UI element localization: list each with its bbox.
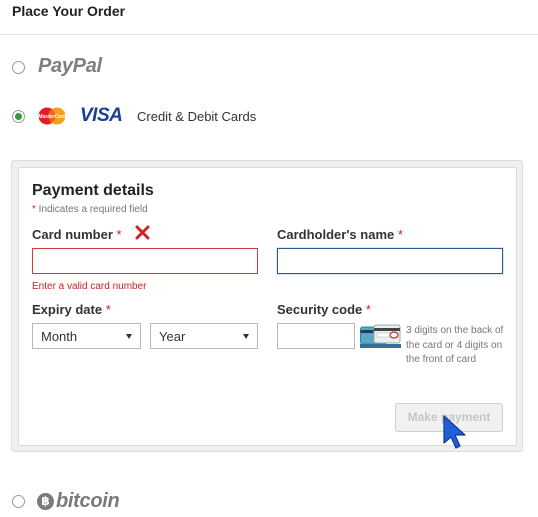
card-radio[interactable] — [12, 110, 25, 123]
page-title: Place Your Order — [12, 3, 126, 19]
chevron-down-icon — [126, 334, 132, 339]
security-code-hint: 3 digits on the back of the card or 4 di… — [406, 325, 504, 365]
paypal-logo[interactable]: PayPal — [38, 55, 102, 78]
visa-logo: VISA — [80, 105, 123, 126]
card-number-label: Card number * — [32, 227, 122, 242]
chevron-down-icon — [243, 334, 249, 339]
title-divider — [0, 34, 538, 35]
cardholder-name-input[interactable] — [277, 248, 503, 274]
bitcoin-logo[interactable]: ฿ bitcoin — [37, 489, 120, 513]
mastercard-icon: MasterCard — [38, 107, 67, 125]
card-security-code-icon — [360, 324, 401, 348]
paypal-radio[interactable] — [12, 61, 25, 74]
security-code-label: Security code * — [277, 302, 371, 317]
expiry-date-label: Expiry date * — [32, 302, 111, 317]
card-number-error: Enter a valid card number — [32, 281, 147, 292]
mouse-cursor-icon — [443, 415, 466, 449]
bitcoin-radio[interactable] — [12, 495, 25, 508]
cardholder-name-label: Cardholder's name * — [277, 227, 403, 242]
expiry-month-value: Month — [41, 329, 78, 344]
expiry-year-select[interactable]: Year — [150, 323, 258, 349]
required-note: * Indicates a required field — [32, 204, 148, 215]
card-number-input[interactable] — [32, 248, 258, 274]
payment-details-title: Payment details — [32, 182, 154, 199]
svg-text:MasterCard: MasterCard — [38, 114, 66, 120]
expiry-year-value: Year — [159, 329, 186, 344]
expiry-month-select[interactable]: Month — [32, 323, 141, 349]
security-code-input[interactable] — [277, 323, 355, 349]
bitcoin-text: bitcoin — [56, 489, 120, 512]
error-icon — [135, 225, 150, 240]
cards-label[interactable]: Credit & Debit Cards — [137, 109, 256, 124]
bitcoin-icon: ฿ — [37, 492, 54, 510]
